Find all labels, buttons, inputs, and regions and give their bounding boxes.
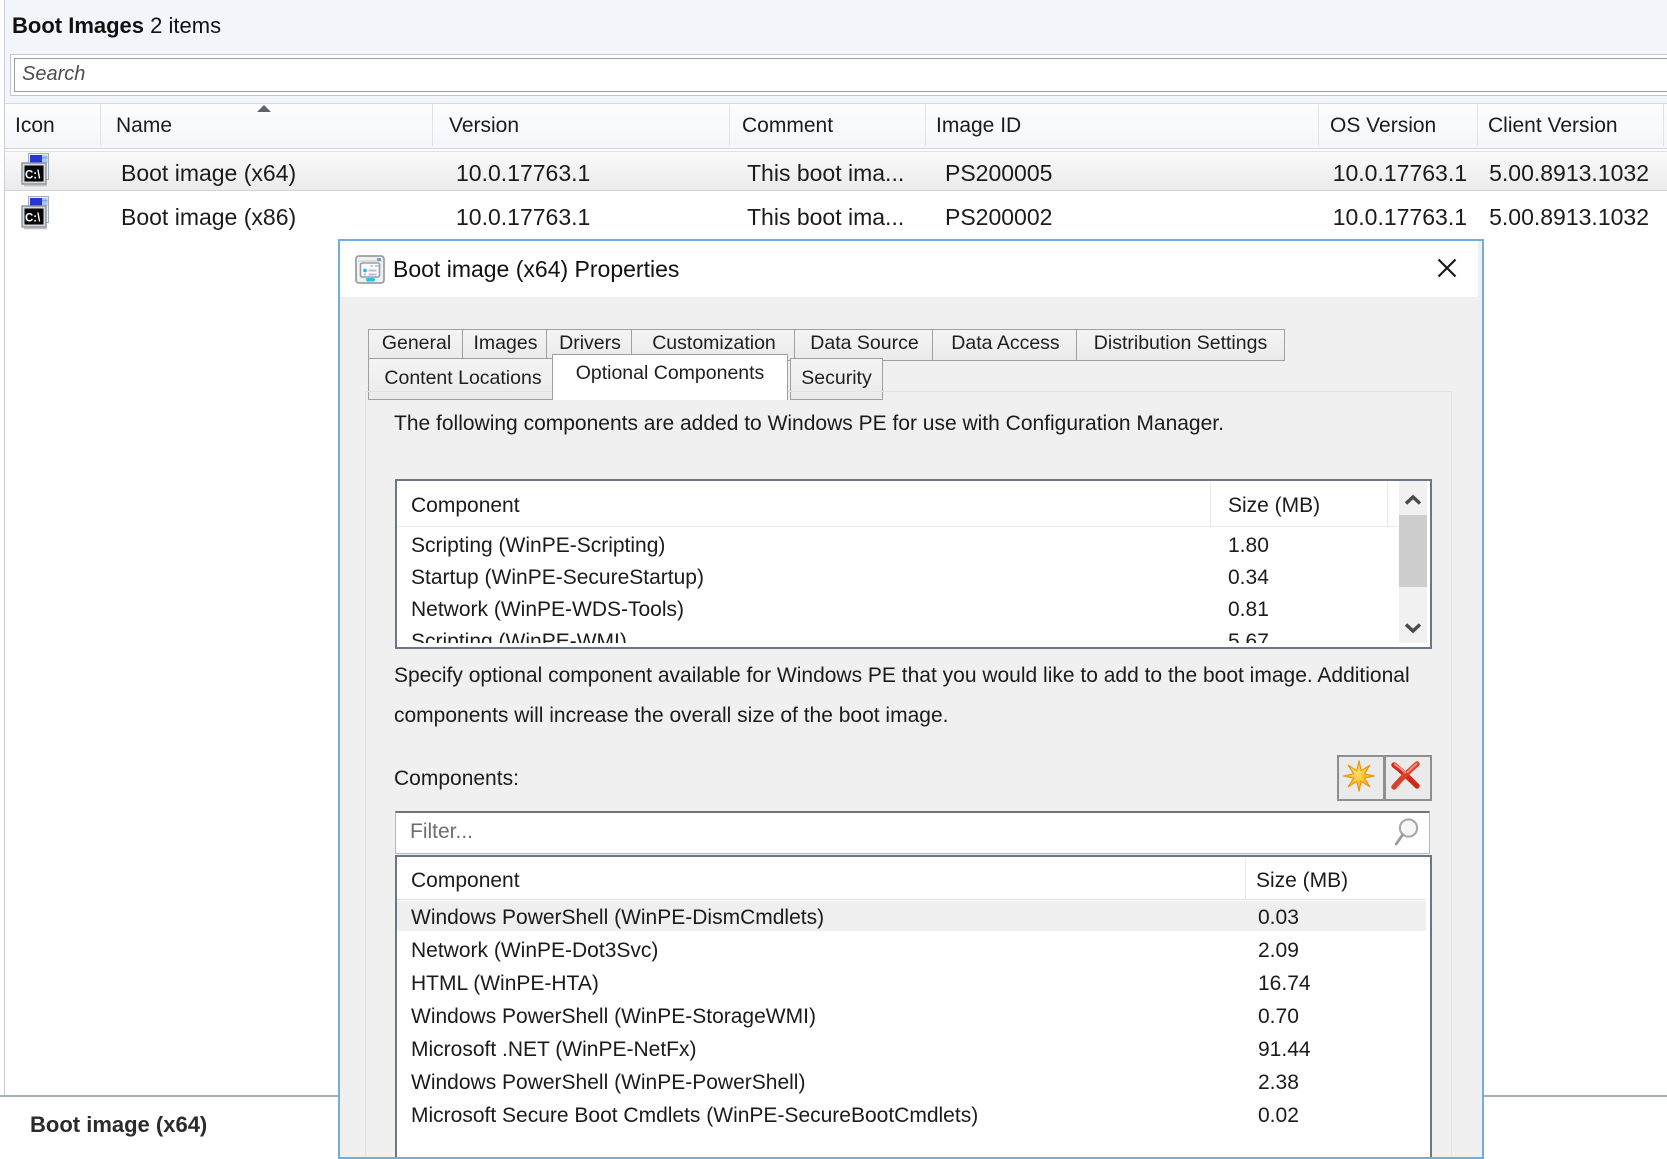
svg-text:C:\: C:\ [25, 213, 41, 225]
svg-text:C:\: C:\ [25, 170, 41, 182]
